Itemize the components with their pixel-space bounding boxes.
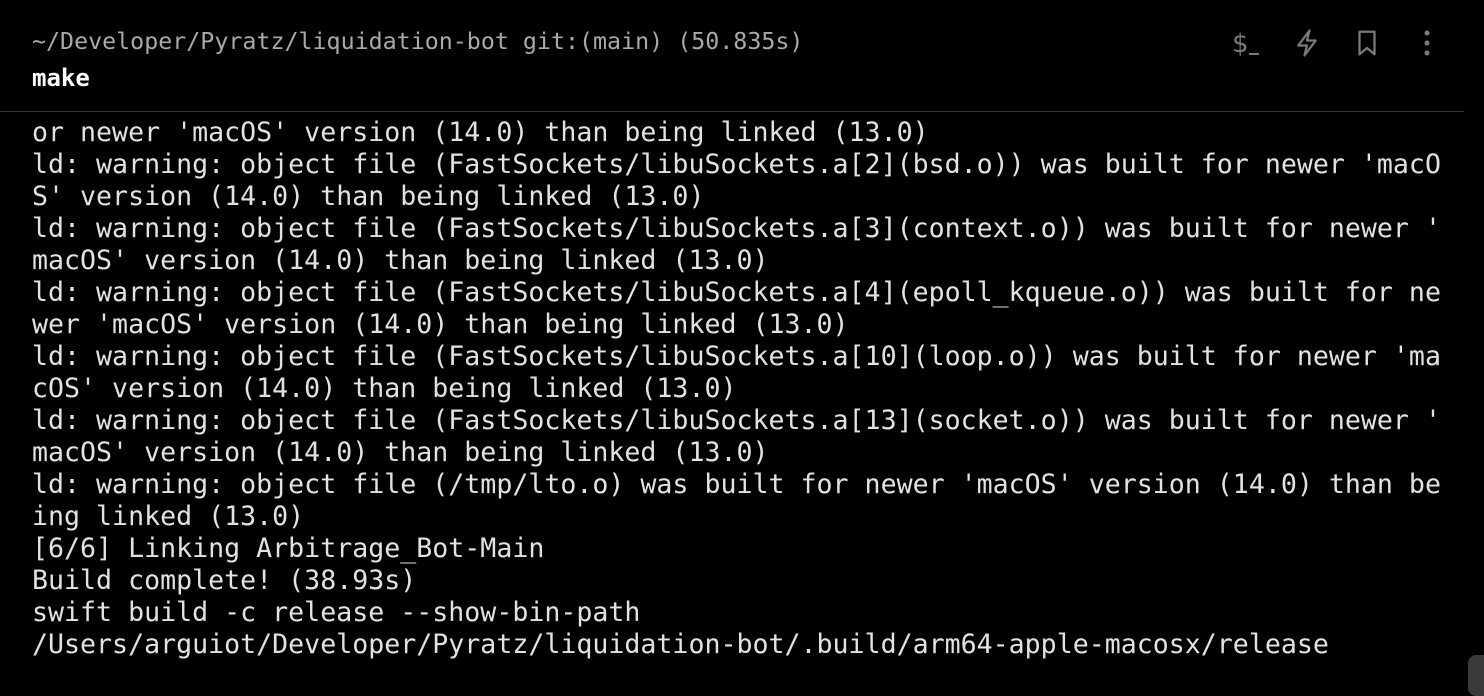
command-text: make bbox=[32, 64, 90, 92]
output-line: ld: warning: object file (FastSockets/li… bbox=[32, 277, 1441, 308]
more-vertical-icon[interactable] bbox=[1410, 26, 1444, 60]
command-block-header: ~/Developer/Pyratz/liquidation-bot git:(… bbox=[0, 0, 1484, 111]
lightning-icon[interactable] bbox=[1290, 26, 1324, 60]
output-line: swift build -c release --show-bin-path bbox=[32, 597, 641, 628]
command-output: or newer 'macOS' version (14.0) than bei… bbox=[32, 117, 1452, 696]
output-line: ing linked (13.0) bbox=[32, 501, 305, 532]
output-line: /Users/arguiot/Developer/Pyratz/liquidat… bbox=[32, 629, 1329, 660]
bookmark-icon[interactable] bbox=[1350, 26, 1384, 60]
output-line: ld: warning: object file (FastSockets/li… bbox=[32, 405, 1441, 436]
scrollbar-thumb[interactable] bbox=[1468, 655, 1484, 696]
output-line: [6/6] Linking Arbitrage_Bot-Main bbox=[32, 533, 545, 564]
header-divider bbox=[0, 111, 1464, 112]
output-line: or newer 'macOS' version (14.0) than bei… bbox=[32, 117, 929, 148]
output-line: macOS' version (14.0) than being linked … bbox=[32, 245, 769, 276]
terminal-dollar-icon[interactable]: $ bbox=[1230, 26, 1264, 60]
svg-text:$: $ bbox=[1232, 29, 1249, 59]
output-line: wer 'macOS' version (14.0) than being li… bbox=[32, 309, 849, 340]
output-line: cOS' version (14.0) than being linked (1… bbox=[32, 373, 737, 404]
output-line: ld: warning: object file (FastSockets/li… bbox=[32, 341, 1441, 372]
working-directory: ~/Developer/Pyratz/liquidation-bot git:(… bbox=[32, 28, 804, 55]
output-line: macOS' version (14.0) than being linked … bbox=[32, 437, 769, 468]
output-line: ld: warning: object file (/tmp/lto.o) wa… bbox=[32, 469, 1441, 500]
output-line: Build complete! (38.93s) bbox=[32, 565, 417, 596]
output-line: S' version (14.0) than being linked (13.… bbox=[32, 181, 705, 212]
output-line: ld: warning: object file (FastSockets/li… bbox=[32, 149, 1441, 180]
block-actions: $ bbox=[1230, 26, 1444, 60]
output-line: ld: warning: object file (FastSockets/li… bbox=[32, 213, 1441, 244]
